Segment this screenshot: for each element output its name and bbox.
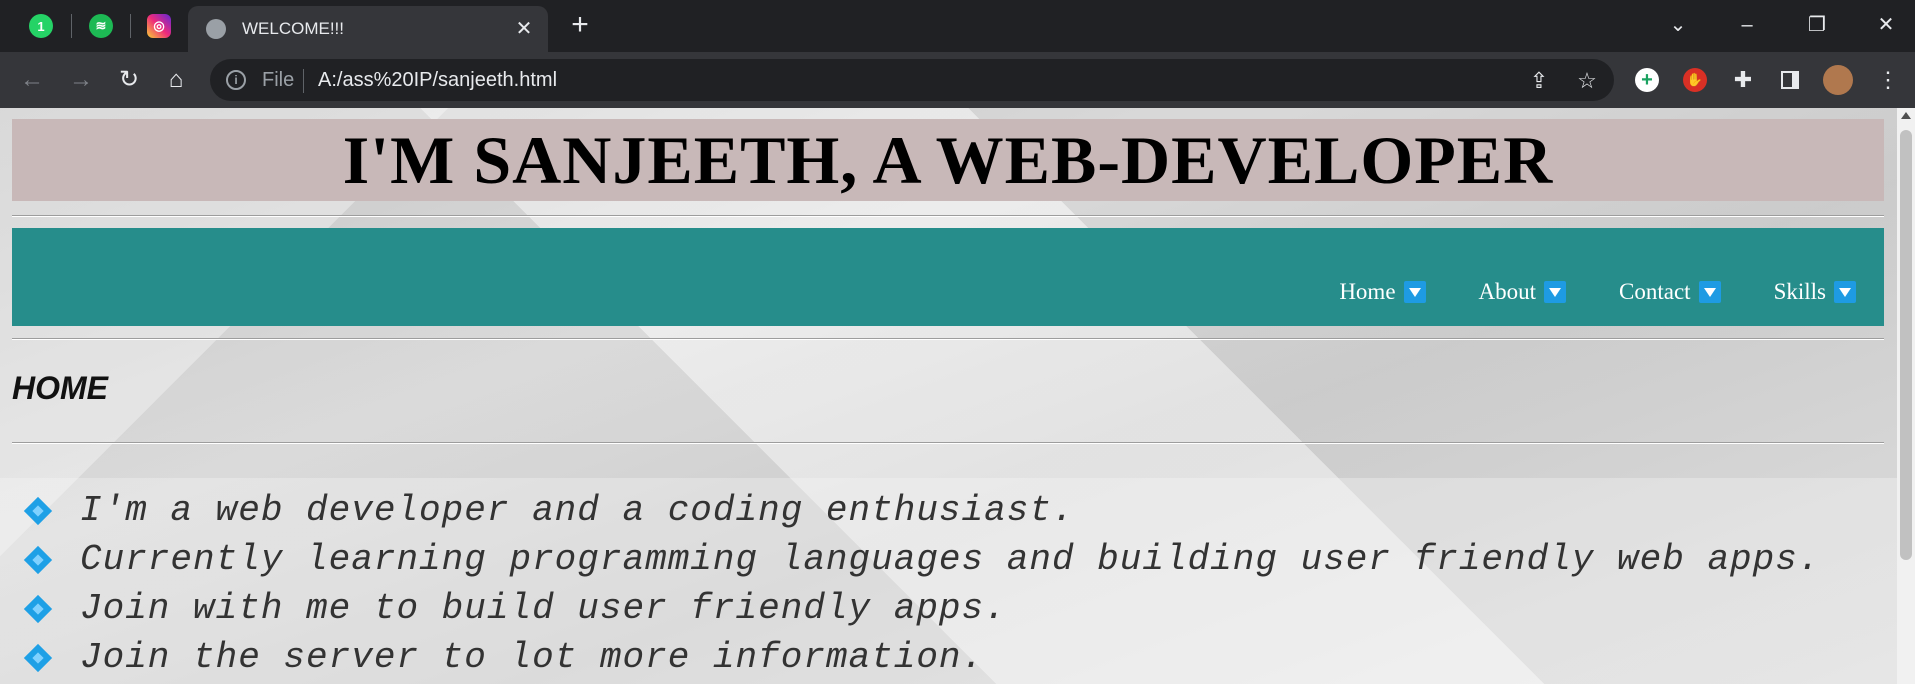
menu-kebab-icon[interactable]: ⋮ [1873, 65, 1903, 95]
plus-circle-icon: + [1635, 68, 1659, 92]
extensions-puzzle-icon[interactable]: ✚ [1728, 65, 1758, 95]
extension-stop-icon[interactable]: ✋ [1680, 65, 1710, 95]
info-icon[interactable]: i [226, 70, 246, 90]
nav-item-contact[interactable]: Contact [1619, 279, 1721, 305]
new-tab-button[interactable]: + [562, 10, 598, 42]
nav-item-skills[interactable]: Skills [1774, 279, 1856, 305]
avatar[interactable] [1823, 65, 1853, 95]
reload-button[interactable]: ↻ [111, 62, 147, 98]
scrollbar-thumb[interactable] [1900, 130, 1912, 560]
nav-label: Home [1339, 279, 1396, 304]
bookmark-star-icon[interactable]: ☆ [1574, 68, 1600, 94]
divider [12, 338, 1884, 340]
back-button[interactable]: ← [14, 62, 50, 98]
nav-item-home[interactable]: Home [1339, 279, 1426, 305]
close-icon[interactable]: ✕ [510, 15, 538, 43]
list-item: Currently learning programming languages… [22, 535, 1820, 584]
whatsapp-icon: 1 [29, 14, 53, 38]
diamond-bullet-icon [23, 496, 53, 525]
tab-active[interactable]: WELCOME!!! ✕ [188, 6, 548, 52]
dropdown-arrow-icon[interactable] [1403, 281, 1426, 303]
list-item-text: Join the server to lot more information. [80, 637, 985, 678]
section-heading: HOME [12, 370, 108, 406]
address-bar[interactable]: i File A:/ass%20IP/sanjeeth.html ⇪ ☆ [210, 59, 1614, 101]
tab-strip: 1 ≋ ◎ WELCOME!!! ✕ + ⌄ – ❐ ✕ [0, 0, 1915, 52]
dropdown-arrow-icon[interactable] [1698, 281, 1721, 303]
page-header: I'M SANJEETH, A WEB-DEVELOPER [12, 119, 1884, 201]
navigation-bar: Home About Contact Skills [12, 228, 1884, 326]
restore-button[interactable]: ❐ [1797, 8, 1837, 42]
pinned-tab-instagram[interactable]: ◎ [142, 10, 176, 42]
url-text[interactable]: A:/ass%20IP/sanjeeth.html [318, 69, 557, 92]
nav-label: About [1478, 279, 1537, 304]
globe-icon [206, 19, 226, 39]
browser-toolbar: ← → ↻ ⌂ i File A:/ass%20IP/sanjeeth.html… [0, 52, 1915, 108]
profile-avatar-icon [1823, 65, 1853, 95]
spotify-icon: ≋ [89, 14, 113, 38]
forward-button[interactable]: → [63, 62, 99, 98]
home-button[interactable]: ⌂ [158, 62, 194, 98]
list-item-text: Currently learning programming languages… [80, 539, 1821, 580]
close-window-button[interactable]: ✕ [1866, 8, 1906, 42]
tab-search-button[interactable]: ⌄ [1658, 8, 1698, 42]
dropdown-arrow-icon[interactable] [1834, 281, 1856, 303]
share-icon[interactable]: ⇪ [1526, 68, 1552, 94]
list-item: I'm a web developer and a coding enthusi… [22, 486, 1820, 535]
whatsapp-badge: 1 [37, 18, 45, 34]
tab-separator [130, 14, 131, 38]
tab-separator [71, 14, 72, 38]
nav-menu: Home About Contact Skills [1286, 279, 1856, 305]
divider [12, 215, 1884, 217]
hand-icon: ✋ [1683, 68, 1707, 92]
divider [12, 442, 1884, 444]
list-item-text: Join with me to build user friendly apps… [80, 588, 1007, 629]
page-title: I'M SANJEETH, A WEB-DEVELOPER [342, 122, 1554, 198]
pinned-tab-whatsapp[interactable]: 1 [24, 10, 58, 42]
diamond-bullet-icon [23, 594, 53, 623]
diamond-bullet-icon [23, 643, 53, 672]
address-separator [303, 69, 304, 93]
instagram-icon: ◎ [147, 14, 171, 38]
scheme-label: File [262, 69, 295, 91]
scroll-up-arrow-icon[interactable] [1901, 112, 1911, 119]
vertical-scrollbar[interactable] [1897, 108, 1915, 684]
list-item: Join the server to lot more information. [22, 633, 1820, 682]
tab-title: WELCOME!!! [242, 19, 345, 38]
intro-list: I'm a web developer and a coding enthusi… [22, 486, 1820, 682]
minimize-button[interactable]: – [1727, 8, 1767, 42]
diamond-bullet-icon [23, 545, 53, 574]
dropdown-arrow-icon[interactable] [1544, 281, 1567, 303]
list-item: Join with me to build user friendly apps… [22, 584, 1820, 633]
list-item-text: I'm a web developer and a coding enthusi… [80, 490, 1075, 531]
page-viewport: I'M SANJEETH, A WEB-DEVELOPER Home About… [0, 108, 1915, 684]
nav-label: Contact [1619, 279, 1691, 304]
nav-label: Skills [1773, 279, 1826, 304]
pinned-tab-spotify[interactable]: ≋ [84, 10, 118, 42]
nav-item-about[interactable]: About [1479, 279, 1567, 305]
panel-shape [1781, 71, 1799, 89]
side-panel-icon[interactable] [1775, 65, 1805, 95]
extension-add-icon[interactable]: + [1632, 65, 1662, 95]
